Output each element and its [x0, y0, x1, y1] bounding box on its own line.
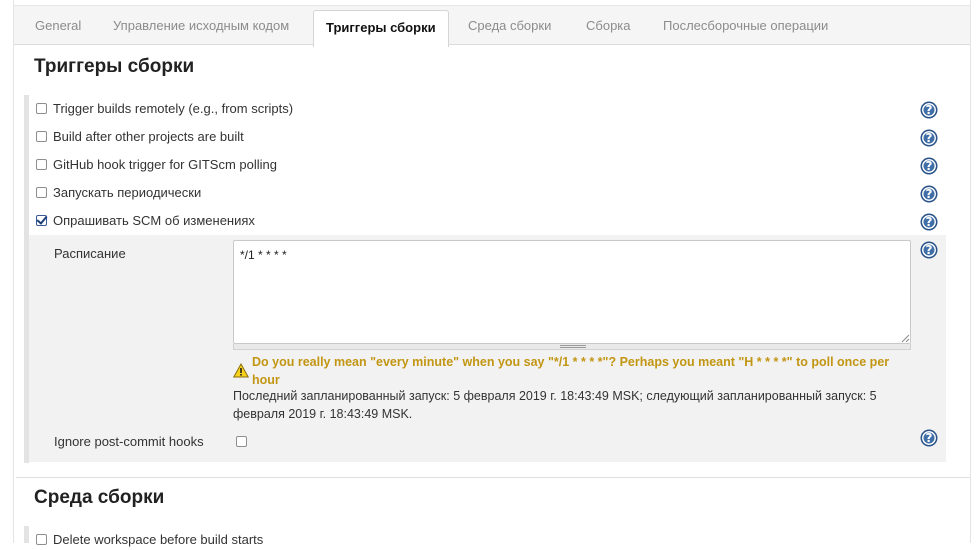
build-environment-heading: Среда сборки: [34, 487, 165, 508]
help-icon[interactable]: ?: [921, 242, 937, 258]
help-icon[interactable]: ?: [921, 430, 937, 446]
trigger-github-hook-checkbox[interactable]: [36, 159, 47, 171]
schedule-label: Расписание: [54, 246, 126, 261]
trigger-remote-checkbox[interactable]: [36, 103, 47, 115]
warning-icon: [233, 363, 249, 378]
schedule-next-run-info: Последний запланированный запуск: 5 февр…: [233, 389, 877, 421]
grip-lines-icon: [560, 345, 586, 348]
trigger-poll-scm-label[interactable]: Опрашивать SCM об изменениях: [53, 213, 255, 228]
schedule-textarea[interactable]: */1 * * * *: [233, 240, 911, 344]
tab-source-code-management[interactable]: Управление исходным кодом: [113, 6, 289, 45]
trigger-poll-scm-checkbox[interactable]: [36, 215, 47, 227]
trigger-github-hook-option[interactable]: GitHub hook trigger for GITScm polling: [36, 155, 277, 175]
trigger-after-other-projects-checkbox[interactable]: [36, 131, 47, 143]
tab-build[interactable]: Сборка: [586, 6, 631, 45]
ignore-post-commit-hooks-label: Ignore post-commit hooks: [54, 434, 204, 449]
tab-post-build-actions[interactable]: Послесборочные операции: [663, 6, 828, 45]
trigger-periodic-label[interactable]: Запускать периодически: [53, 185, 201, 200]
config-tab-bar: General Управление исходным кодом Тригге…: [14, 5, 970, 47]
tab-build-environment[interactable]: Среда сборки: [468, 6, 551, 45]
tab-build-triggers[interactable]: Триггеры сборки: [313, 10, 449, 47]
textarea-expand-grip[interactable]: [233, 344, 911, 350]
delete-workspace-checkbox[interactable]: [36, 534, 47, 546]
trigger-periodic-option[interactable]: Запускать периодически: [36, 183, 201, 203]
delete-workspace-label[interactable]: Delete workspace before build starts: [53, 532, 263, 547]
help-icon[interactable]: ?: [921, 102, 937, 118]
build-environment-section: Delete workspace before build starts: [24, 526, 946, 547]
help-icon[interactable]: ?: [921, 214, 937, 230]
section-divider: [16, 477, 970, 478]
trigger-remote-option[interactable]: Trigger builds remotely (e.g., from scri…: [36, 99, 293, 119]
delete-workspace-option[interactable]: Delete workspace before build starts: [36, 530, 263, 550]
help-icon[interactable]: ?: [921, 130, 937, 146]
tab-general[interactable]: General: [35, 6, 81, 45]
help-icon[interactable]: ?: [921, 158, 937, 174]
help-icon[interactable]: ?: [921, 186, 937, 202]
trigger-periodic-checkbox[interactable]: [36, 187, 47, 199]
trigger-after-other-projects-option[interactable]: Build after other projects are built: [36, 127, 244, 147]
ignore-post-commit-hooks-checkbox[interactable]: [236, 436, 247, 447]
resize-handle-icon[interactable]: [901, 334, 910, 343]
trigger-after-other-projects-label[interactable]: Build after other projects are built: [53, 129, 244, 144]
trigger-remote-label[interactable]: Trigger builds remotely (e.g., from scri…: [53, 101, 293, 116]
schedule-warning-message: Do you really mean "every minute" when y…: [252, 355, 890, 387]
trigger-github-hook-label[interactable]: GitHub hook trigger for GITScm polling: [53, 157, 277, 172]
trigger-poll-scm-option[interactable]: Опрашивать SCM об изменениях: [36, 211, 255, 231]
build-triggers-heading: Триггеры сборки: [34, 56, 195, 77]
